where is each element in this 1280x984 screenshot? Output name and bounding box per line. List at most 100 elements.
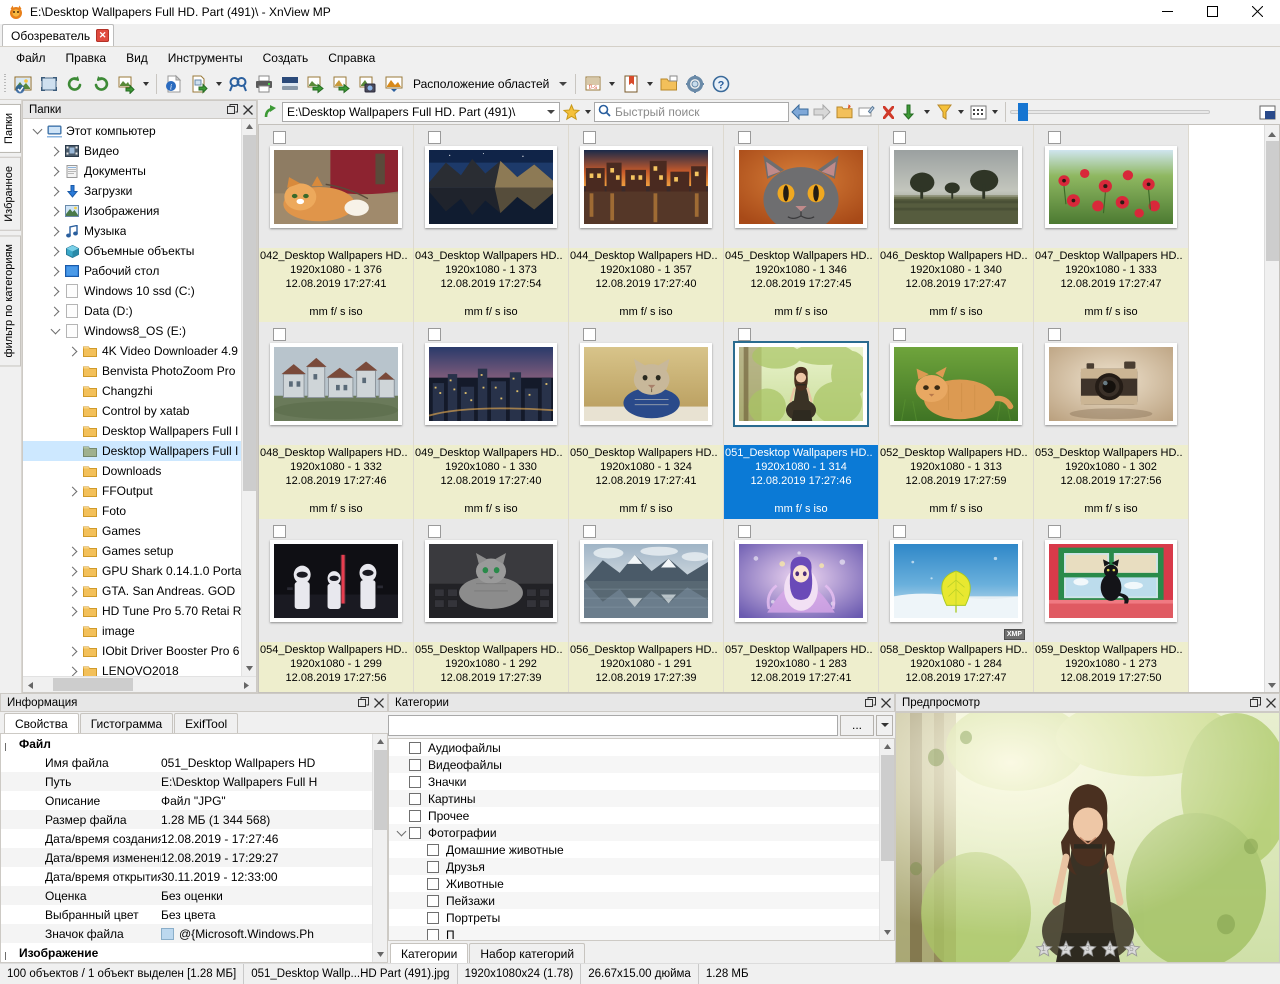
thumbnail-item[interactable]: 045_Desktop Wallpapers HD.. 1920x1080 - 1… [724, 125, 879, 322]
thumbnail-item[interactable]: 053_Desktop Wallpapers HD.. 1920x1080 - 1… [1034, 322, 1189, 519]
chevron-right-icon[interactable] [47, 166, 63, 176]
filmstrip-dropdown-arrow[interactable] [606, 71, 618, 97]
chevron-right-icon[interactable] [65, 546, 81, 556]
thumbnail-image-box[interactable] [724, 519, 878, 642]
category-checkbox[interactable] [409, 758, 421, 771]
thumbnail-item[interactable]: 042_Desktop Wallpapers HD.. 1920x1080 - 1… [259, 125, 414, 322]
path-dropdown-arrow[interactable] [543, 103, 559, 121]
category-row[interactable]: Аудиофайлы [389, 739, 894, 756]
folder-tree-item[interactable]: Изображения [23, 201, 256, 221]
thumbnail-checkbox[interactable] [583, 328, 596, 341]
chevron-right-icon[interactable] [65, 586, 81, 596]
folder-tree-item[interactable]: image [23, 621, 256, 641]
thumbnail-checkbox[interactable] [273, 131, 286, 144]
tab-browser[interactable]: Обозреватель ✕ [2, 24, 115, 46]
thumbnail-checkbox[interactable] [893, 131, 906, 144]
category-row[interactable]: Значки [389, 773, 894, 790]
category-row[interactable]: Картины [389, 790, 894, 807]
folders-panel-close-icon[interactable] [240, 102, 256, 118]
thumbnail-image-box[interactable] [414, 322, 568, 445]
menu-правка[interactable]: Правка [56, 49, 117, 67]
property-row[interactable]: Значок файла @{Microsoft.Windows.Ph [1, 924, 387, 943]
minimize-button[interactable] [1145, 0, 1190, 24]
property-row[interactable]: Описание Файл "JPG" [1, 791, 387, 810]
convert-icon[interactable] [114, 71, 140, 97]
folder-tree-item[interactable]: Games [23, 521, 256, 541]
batch-convert-icon[interactable] [303, 71, 329, 97]
thumbnail-item[interactable]: 043_Desktop Wallpapers HD.. 1920x1080 - 1… [414, 125, 569, 322]
thumbs-scroll-thumb[interactable] [1266, 141, 1279, 261]
thumbnail-image-box[interactable] [259, 125, 413, 248]
filter-icon[interactable] [933, 101, 955, 123]
property-row[interactable]: Имя файла 051_Desktop Wallpapers HD [1, 753, 387, 772]
print-icon[interactable] [251, 71, 277, 97]
new-folder-button-icon[interactable] [833, 101, 855, 123]
rating-star-2[interactable]: 2 [1056, 940, 1075, 958]
folder-tree-item[interactable]: IObit Driver Booster Pro 6 [23, 641, 256, 661]
back-arrow-icon[interactable] [789, 101, 811, 123]
info-panel-float-icon[interactable] [355, 695, 371, 711]
thumbnail-item[interactable]: 047_Desktop Wallpapers HD.. 1920x1080 - 1… [1034, 125, 1189, 322]
thumbnail-image-box[interactable] [569, 519, 723, 642]
thumbnail-checkbox[interactable] [428, 328, 441, 341]
help-icon[interactable]: ? [708, 71, 734, 97]
bookmark-dropdown-arrow[interactable] [644, 71, 656, 97]
thumbnail-image-box[interactable] [1034, 125, 1188, 248]
thumbnail-checkbox[interactable] [273, 525, 286, 538]
folders-horizontal-scrollbar[interactable] [23, 676, 256, 692]
thumbnail-image-box[interactable] [259, 322, 413, 445]
export-icon[interactable] [187, 71, 213, 97]
category-checkbox[interactable] [427, 911, 439, 924]
category-checkbox[interactable] [409, 809, 421, 822]
layout-combo[interactable]: Расположение областей [407, 73, 571, 95]
thumbnail-checkbox[interactable] [738, 131, 751, 144]
zoom-slider-thumb[interactable] [1018, 103, 1028, 121]
properties-scroll-up-icon[interactable] [373, 734, 387, 749]
property-row[interactable]: Путь E:\Desktop Wallpapers Full H [1, 772, 387, 791]
rating-star-5[interactable]: 5 [1122, 940, 1141, 958]
thumbnail-checkbox[interactable] [893, 525, 906, 538]
favorite-star-icon[interactable] [560, 101, 582, 123]
category-checkbox[interactable] [427, 843, 439, 856]
category-checkbox[interactable] [409, 775, 421, 788]
chevron-down-icon[interactable] [5, 951, 6, 960]
thumbnail-image-box[interactable] [724, 125, 878, 248]
properties-list[interactable]: Файл Имя файла 051_Desktop Wallpapers HD Пу… [0, 733, 388, 963]
categories-scroll-thumb[interactable] [881, 755, 894, 861]
categories-panel-float-icon[interactable] [862, 695, 878, 711]
chevron-right-icon[interactable] [47, 206, 63, 216]
categories-options-button[interactable]: ... [840, 714, 874, 736]
info-tab-0[interactable]: Свойства [4, 713, 79, 733]
thumbnail-checkbox[interactable] [1048, 525, 1061, 538]
folder-tree-item[interactable]: Объемные объекты [23, 241, 256, 261]
thumbnail-item[interactable]: 048_Desktop Wallpapers HD.. 1920x1080 - 1… [259, 322, 414, 519]
property-row[interactable]: Размер файла 1.28 МБ (1 344 568) [1, 810, 387, 829]
thumbnail-checkbox[interactable] [428, 525, 441, 538]
folder-tree-item[interactable]: HD Tune Pro 5.70 Retai R [23, 601, 256, 621]
convert-dropdown-arrow[interactable] [140, 71, 152, 97]
info-tab-2[interactable]: ExifTool [174, 713, 239, 733]
folder-tree-item[interactable]: GTA. San Andreas. GOD [23, 581, 256, 601]
slideshow-icon[interactable] [381, 71, 407, 97]
fullscreen-icon[interactable] [36, 71, 62, 97]
chevron-down-icon[interactable] [29, 124, 45, 135]
vertical-tab-2[interactable]: фильтр по категориям [0, 234, 21, 367]
thumbnail-checkbox[interactable] [583, 525, 596, 538]
refresh-dropdown-arrow[interactable] [921, 99, 933, 125]
category-checkbox[interactable] [409, 741, 421, 754]
categories-scroll-down-icon[interactable] [880, 925, 894, 940]
category-row[interactable]: Фотографии [389, 824, 894, 841]
rating-star-4[interactable]: 4 [1100, 940, 1119, 958]
thumbnail-image-box[interactable] [259, 519, 413, 642]
screen-capture-icon[interactable] [355, 71, 381, 97]
folder-tree-item[interactable]: Этот компьютер [23, 121, 256, 141]
favorite-dropdown-arrow[interactable] [582, 99, 594, 125]
delete-icon[interactable] [877, 101, 899, 123]
folder-tree-item[interactable]: Загрузки [23, 181, 256, 201]
settings-icon[interactable] [682, 71, 708, 97]
chevron-right-icon[interactable] [65, 646, 81, 656]
property-row[interactable]: Дата/время изменения 12.08.2019 - 17:29:2… [1, 848, 387, 867]
thumbnail-checkbox[interactable] [428, 131, 441, 144]
thumbnail-item[interactable]: 059_Desktop Wallpapers HD.. 1920x1080 - 1… [1034, 519, 1189, 692]
property-row[interactable]: Дата/время создания 12.08.2019 - 17:27:46 [1, 829, 387, 848]
